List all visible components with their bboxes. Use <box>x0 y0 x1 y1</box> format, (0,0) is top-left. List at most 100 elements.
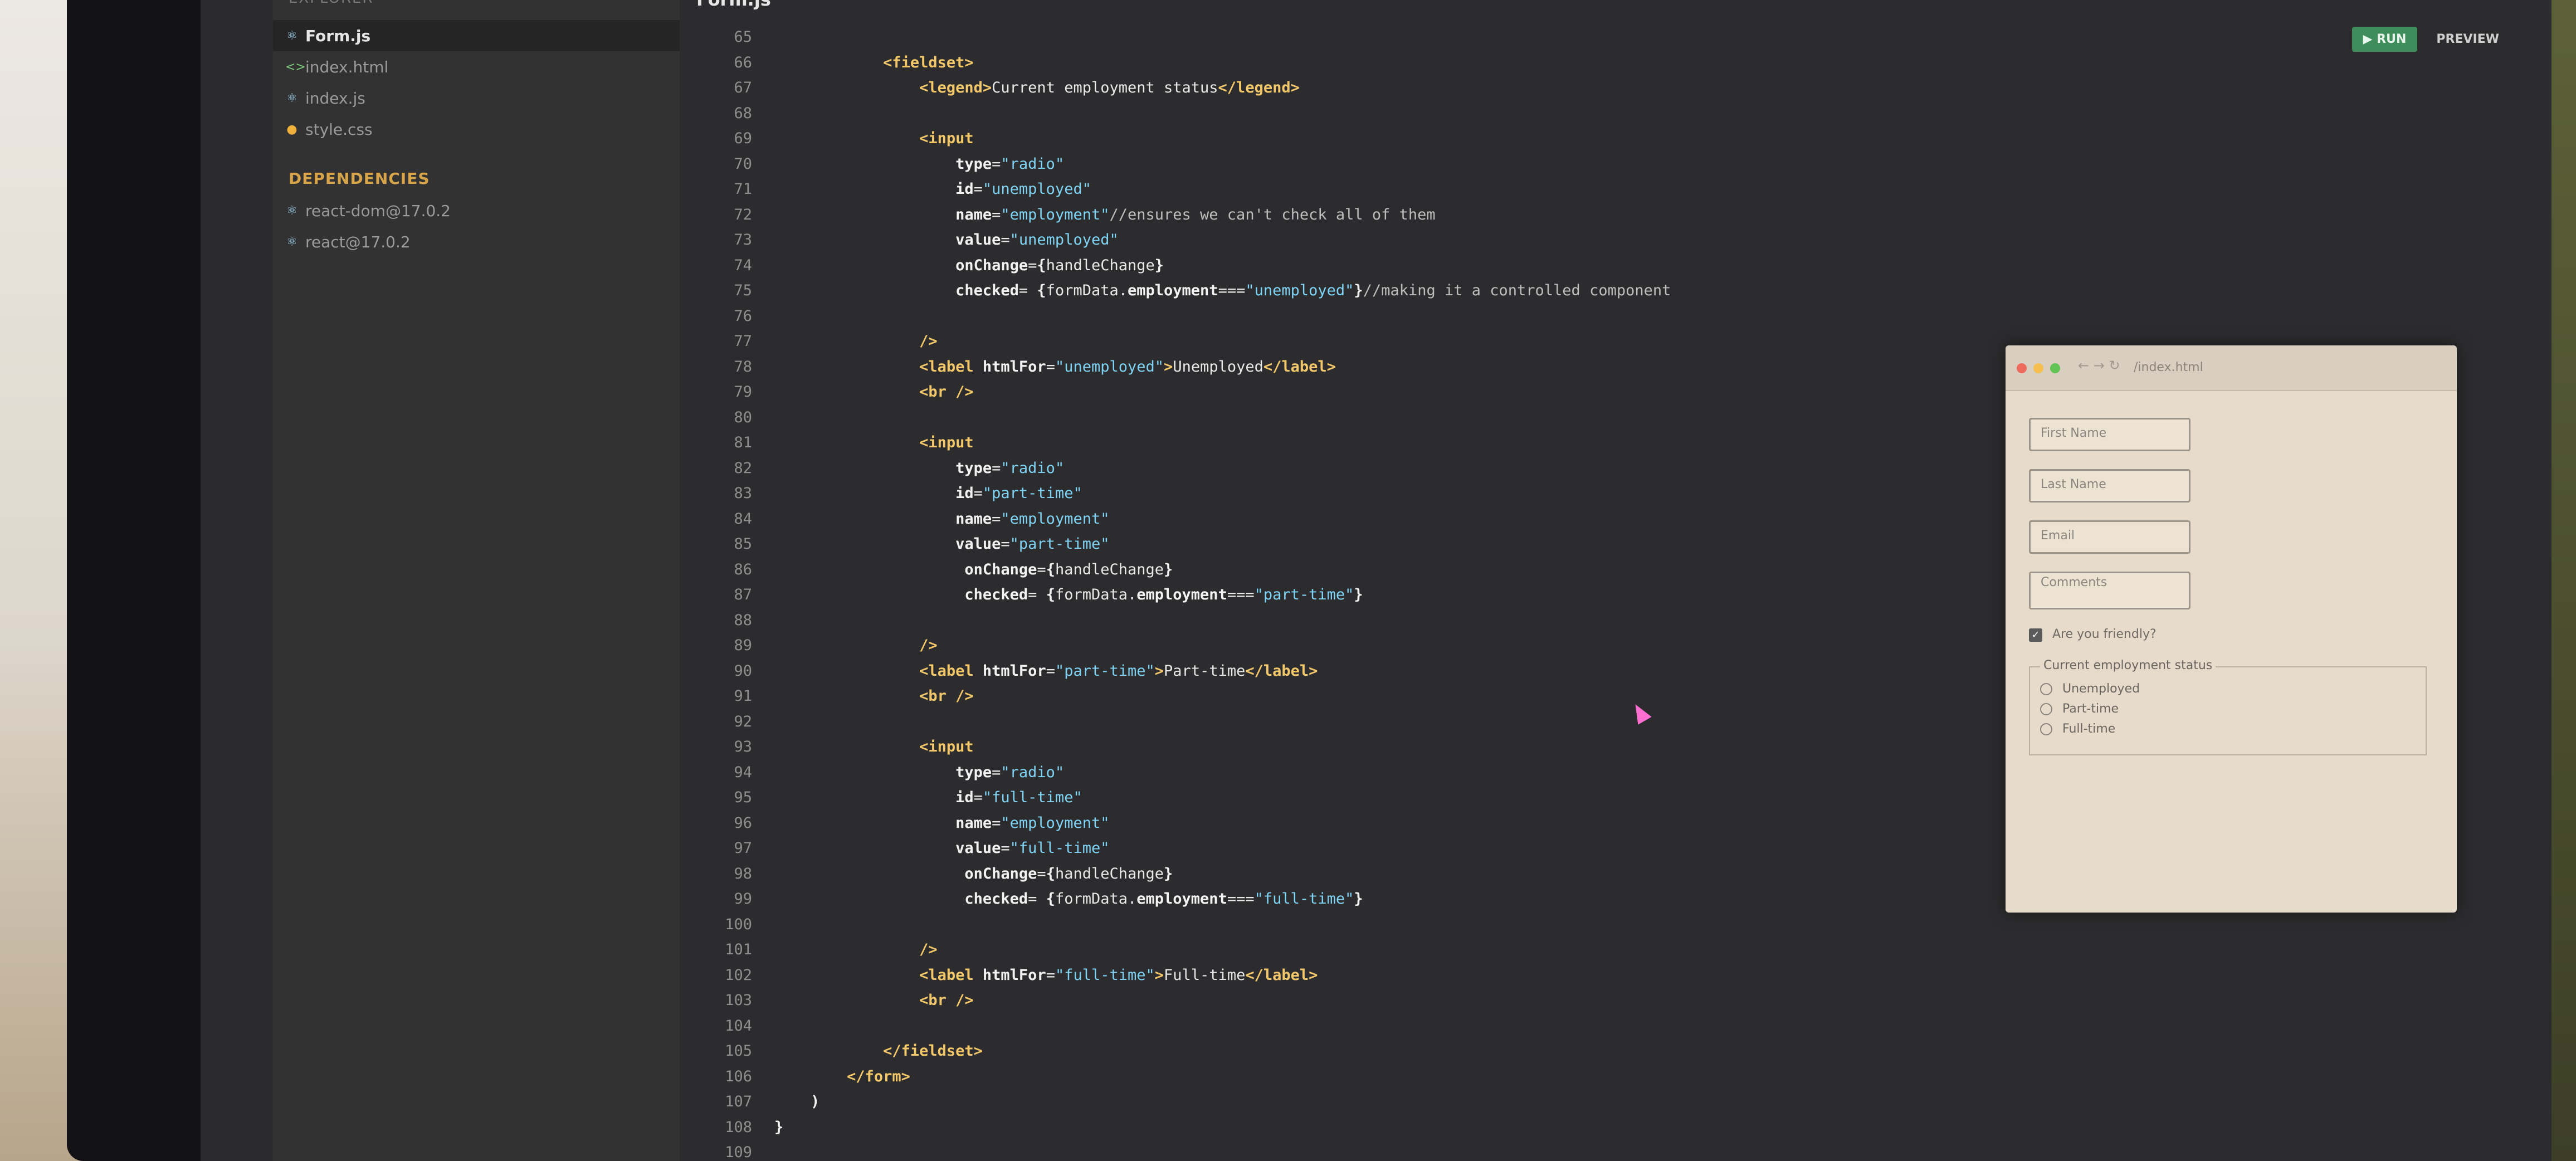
radio-label-part-time: Part-time <box>2062 702 2119 716</box>
sidebar-file-label: index.html <box>305 57 389 76</box>
code-line[interactable]: </form> <box>774 1064 2551 1090</box>
line-number: 69 <box>734 130 752 147</box>
code-line[interactable]: <legend>Current employment status</legen… <box>774 75 2551 101</box>
line-number: 101 <box>725 941 752 958</box>
line-number: 74 <box>734 256 752 274</box>
code-line[interactable]: <br /> <box>774 988 2551 1013</box>
dependency-item[interactable]: ⚛ react@17.0.2 <box>273 226 680 257</box>
code-line[interactable] <box>774 101 2551 126</box>
line-number: 106 <box>725 1067 752 1085</box>
code-line[interactable]: onChange={handleChange} <box>774 253 2551 279</box>
dependency-item[interactable]: ⚛ react-dom@17.0.2 <box>273 195 680 226</box>
line-number: 89 <box>734 637 752 654</box>
line-number: 82 <box>734 459 752 477</box>
editor-toolbar: ▶ RUN PREVIEW <box>2351 27 2507 52</box>
line-number-gutter: 65 66 67 68 69 70 71 72 73 74 75 76 77 78 79 80 81 82 83 84… <box>680 25 752 1161</box>
monitor-bezel: EXPLORER ⚛ Form.js <>index.html ⚛ index.js ● s… <box>67 0 2551 1161</box>
line-number: 67 <box>734 79 752 96</box>
line-number: 100 <box>725 915 752 933</box>
code-line[interactable] <box>774 1140 2551 1161</box>
line-number: 75 <box>734 282 752 299</box>
minimize-dot-icon[interactable] <box>2033 363 2043 373</box>
sidebar-file-label: style.css <box>305 120 373 139</box>
code-line[interactable]: value="unemployed" <box>774 227 2551 253</box>
line-number: 98 <box>734 865 752 882</box>
dependency-label: react-dom@17.0.2 <box>305 201 451 220</box>
employment-legend: Current employment status <box>2040 658 2216 672</box>
sidebar-file-label: Form.js <box>305 26 371 45</box>
preview-window: ← → ↻ /index.html First Name Last Name E… <box>2006 345 2457 913</box>
line-number: 95 <box>734 789 752 806</box>
line-number: 76 <box>734 307 752 325</box>
line-number: 96 <box>734 814 752 832</box>
line-number: 77 <box>734 333 752 350</box>
radio-label-full-time: Full-time <box>2062 722 2116 736</box>
radio-unemployed[interactable] <box>2040 683 2052 695</box>
code-line[interactable]: checked= {formData.employment==="unemplo… <box>774 278 2551 304</box>
screen: EXPLORER ⚛ Form.js <>index.html ⚛ index.js ● s… <box>201 0 2551 1161</box>
line-number: 105 <box>725 1042 752 1060</box>
run-button[interactable]: ▶ RUN <box>2351 27 2418 52</box>
code-line[interactable]: /> <box>774 937 2551 963</box>
code-line[interactable]: <input <box>774 126 2551 152</box>
friendly-checkbox-label: Are you friendly? <box>2052 627 2157 641</box>
line-number: 88 <box>734 611 752 629</box>
code-line[interactable]: </fieldset> <box>774 1038 2551 1064</box>
line-number: 73 <box>734 231 752 248</box>
last-name-input[interactable]: Last Name <box>2029 469 2190 503</box>
sidebar-header: EXPLORER <box>289 0 374 7</box>
dependency-label: react@17.0.2 <box>305 232 411 251</box>
dependencies-title: DEPENDENCIES <box>289 169 430 188</box>
first-name-input[interactable]: First Name <box>2029 418 2190 451</box>
line-number: 93 <box>734 738 752 755</box>
code-line[interactable] <box>774 304 2551 329</box>
line-number: 65 <box>734 28 752 46</box>
sidebar-file-form-js[interactable]: ⚛ Form.js <box>273 20 680 51</box>
preview-button[interactable]: PREVIEW <box>2428 27 2507 52</box>
code-line[interactable]: id="unemployed" <box>774 177 2551 202</box>
react-icon: ⚛ <box>286 28 297 43</box>
employment-fieldset: Current employment status Unemployed Par… <box>2029 658 2427 755</box>
line-number: 83 <box>734 485 752 502</box>
line-number: 92 <box>734 713 752 730</box>
line-number: 86 <box>734 560 752 578</box>
code-line[interactable] <box>774 912 2551 938</box>
line-number: 109 <box>725 1144 752 1161</box>
line-number: 78 <box>734 358 752 375</box>
sidebar-file-style-css[interactable]: ● style.css <box>273 114 680 145</box>
code-line[interactable]: name="employment"//ensures we can't chec… <box>774 202 2551 228</box>
line-number: 107 <box>725 1093 752 1110</box>
code-line[interactable]: <fieldset> <box>774 50 2551 76</box>
refresh-icon[interactable]: ← → ↻ <box>2078 358 2120 373</box>
radio-full-time[interactable] <box>2040 723 2052 735</box>
sidebar-file-index-html[interactable]: <> index.html <box>273 51 680 82</box>
code-line[interactable]: type="radio" <box>774 152 2551 177</box>
line-number: 87 <box>734 586 752 603</box>
line-number: 94 <box>734 763 752 781</box>
line-number: 71 <box>734 181 752 198</box>
line-number: 85 <box>734 535 752 553</box>
line-number: 90 <box>734 662 752 680</box>
code-line[interactable]: <label htmlFor="full-time">Full-time</la… <box>774 963 2551 988</box>
code-line[interactable]: } <box>774 1115 2551 1140</box>
comments-textarea[interactable]: Comments <box>2029 572 2190 609</box>
line-number: 84 <box>734 510 752 528</box>
line-number: 108 <box>725 1118 752 1136</box>
line-number: 91 <box>734 687 752 705</box>
line-number: 70 <box>734 155 752 173</box>
line-number: 81 <box>734 434 752 451</box>
friendly-checkbox[interactable]: ✓ <box>2029 628 2042 642</box>
close-dot-icon[interactable] <box>2017 363 2027 373</box>
sidebar-file-index-js[interactable]: ⚛ index.js <box>273 82 680 114</box>
code-line[interactable] <box>774 25 2551 50</box>
editor-filename[interactable]: Form.js <box>696 0 771 10</box>
maximize-dot-icon[interactable] <box>2050 363 2060 373</box>
preview-url[interactable]: /index.html <box>2134 358 2434 378</box>
line-number: 104 <box>725 1017 752 1035</box>
radio-part-time[interactable] <box>2040 703 2052 715</box>
code-line[interactable] <box>774 1013 2551 1039</box>
code-line[interactable]: ) <box>774 1089 2551 1115</box>
line-number: 79 <box>734 383 752 401</box>
sidebar-file-label: index.js <box>305 89 365 108</box>
email-input[interactable]: Email <box>2029 520 2190 554</box>
